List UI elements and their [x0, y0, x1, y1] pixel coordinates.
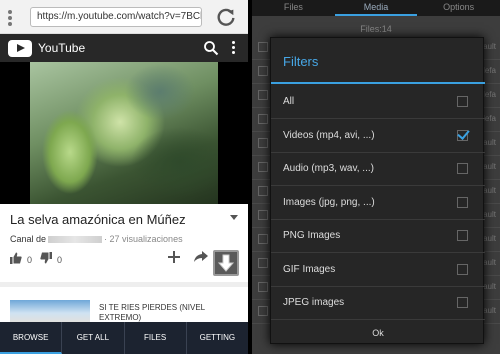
filter-checkbox[interactable] — [457, 230, 468, 241]
dislike-count: 0 — [57, 255, 63, 265]
url-field[interactable]: https://m.youtube.com/watch?v=7BCl7_W6 — [30, 7, 202, 27]
video-title: La selva amazónica en Múñez — [10, 212, 186, 227]
row-checkbox[interactable] — [258, 90, 268, 100]
share-icon[interactable] — [194, 251, 208, 263]
filter-checkbox[interactable] — [457, 263, 468, 275]
file-manager-screen: Files Media Options Files:14 fault defa de… — [252, 0, 500, 354]
ok-button[interactable]: Ok — [271, 319, 485, 345]
video-meta: Canal de · 27 visualizaciones — [10, 234, 183, 244]
filters-dialog: Filters All Videos (mp4, avi, ...) Audio (… — [270, 37, 485, 345]
bottom-tab-bar: BROWSE GET ALL FILES GETTING — [0, 322, 248, 354]
row-checkbox[interactable] — [258, 42, 268, 52]
filter-checkbox[interactable] — [457, 129, 468, 141]
row-checkbox[interactable] — [258, 66, 268, 76]
filter-option-label: GIF Images — [283, 263, 336, 275]
top-tab-bar: Files Media Options — [252, 0, 500, 16]
row-checkbox[interactable] — [258, 210, 268, 220]
search-icon[interactable] — [203, 40, 219, 56]
expand-details-icon[interactable] — [230, 215, 238, 220]
download-arrow-icon — [217, 254, 235, 272]
video-frame — [30, 62, 218, 204]
filter-option[interactable]: Images (jpg, png, ...) — [271, 186, 485, 220]
filter-option-label: PNG Images — [283, 230, 341, 241]
like-count: 0 — [27, 255, 33, 265]
filter-option-label: JPEG images — [283, 297, 345, 308]
filter-option[interactable]: Videos (mp4, avi, ...) — [271, 119, 485, 153]
row-checkbox[interactable] — [258, 306, 268, 316]
row-checkbox[interactable] — [258, 258, 268, 268]
tab-media[interactable]: Media — [334, 0, 418, 16]
filter-option-label: Audio (mp3, wav, ...) — [283, 163, 374, 174]
filter-checkbox[interactable] — [457, 96, 468, 107]
filter-checkbox[interactable] — [457, 297, 468, 308]
tab-browse[interactable]: BROWSE — [0, 322, 63, 354]
filter-checkbox[interactable] — [457, 163, 468, 174]
section-divider — [0, 282, 248, 287]
row-checkbox[interactable] — [258, 282, 268, 292]
download-button[interactable] — [213, 250, 239, 276]
dialog-title-divider — [271, 82, 485, 84]
filter-option-label: All — [283, 96, 295, 107]
row-checkbox[interactable] — [258, 162, 268, 172]
row-checkbox[interactable] — [258, 186, 268, 196]
tab-files[interactable]: Files — [252, 0, 335, 16]
filter-option-label: Images (jpg, png, ...) — [283, 196, 375, 208]
row-checkbox[interactable] — [258, 234, 268, 244]
row-checkbox[interactable] — [258, 114, 268, 124]
thumbs-up-icon[interactable] — [10, 252, 22, 264]
filter-option[interactable]: Audio (mp3, wav, ...) — [271, 152, 485, 186]
tab-files[interactable]: FILES — [125, 322, 187, 354]
row-checkbox[interactable] — [258, 138, 268, 148]
filter-option[interactable]: PNG Images — [271, 219, 485, 253]
channel-prefix: Canal de — [10, 234, 47, 244]
filter-option-label: Videos (mp4, avi, ...) — [283, 129, 375, 141]
app-title: YouTube — [38, 41, 86, 55]
filter-option[interactable]: GIF Images — [271, 253, 485, 287]
filter-checkbox[interactable] — [457, 196, 468, 208]
browser-url-bar: https://m.youtube.com/watch?v=7BCl7_W6 — [0, 0, 248, 34]
filter-option[interactable]: All — [271, 85, 485, 119]
tab-getting[interactable]: GETTING — [187, 322, 248, 354]
video-player[interactable] — [0, 62, 248, 204]
browser-menu-icon[interactable] — [8, 10, 14, 28]
related-video-title[interactable]: SI TE RIES PIERDES (NIVEL EXTREMO) — [99, 303, 219, 323]
channel-name-redacted — [48, 236, 103, 244]
tab-options[interactable]: Options — [417, 0, 500, 16]
youtube-browser-screen: https://m.youtube.com/watch?v=7BCl7_W6 Y… — [0, 0, 248, 354]
reload-icon[interactable] — [215, 6, 237, 28]
tab-get-all[interactable]: GET ALL — [62, 322, 125, 354]
youtube-header: YouTube — [0, 34, 248, 62]
filter-option[interactable]: JPEG images — [271, 286, 485, 320]
dialog-title: Filters — [283, 54, 319, 69]
view-count: · 27 visualizaciones — [104, 234, 183, 244]
add-to-playlist-icon[interactable] — [167, 250, 181, 264]
thumbs-down-icon[interactable] — [40, 252, 52, 264]
files-count: Files:14 — [360, 24, 392, 34]
youtube-logo-icon[interactable] — [8, 40, 32, 57]
more-options-icon[interactable] — [232, 41, 236, 56]
